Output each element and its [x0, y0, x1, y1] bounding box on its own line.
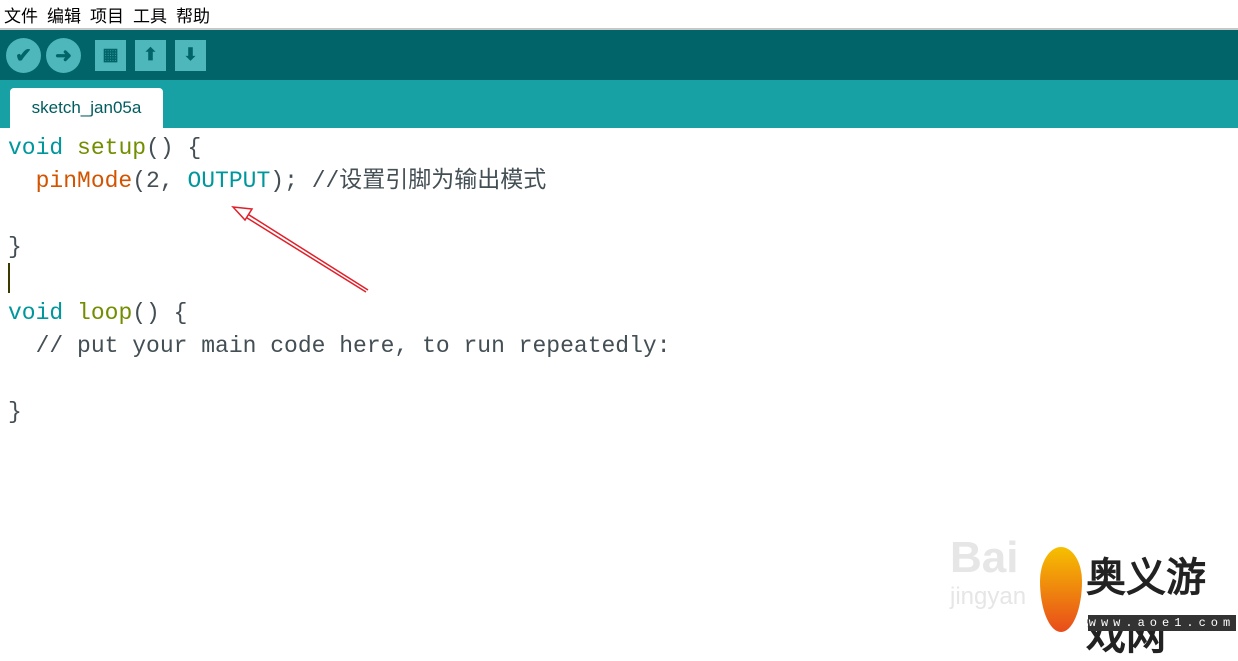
baidu-watermark-logo: Bai — [950, 533, 1019, 582]
phoenix-logo-icon — [1040, 547, 1082, 632]
jingyan-watermark: jingyan — [950, 583, 1027, 610]
watermark: Bai jingyan 奥义游戏网 www.aoe1.com — [948, 505, 1238, 659]
site-url: www.aoe1.com — [1088, 615, 1236, 631]
site-name: 奥义游戏网 — [1086, 554, 1206, 659]
